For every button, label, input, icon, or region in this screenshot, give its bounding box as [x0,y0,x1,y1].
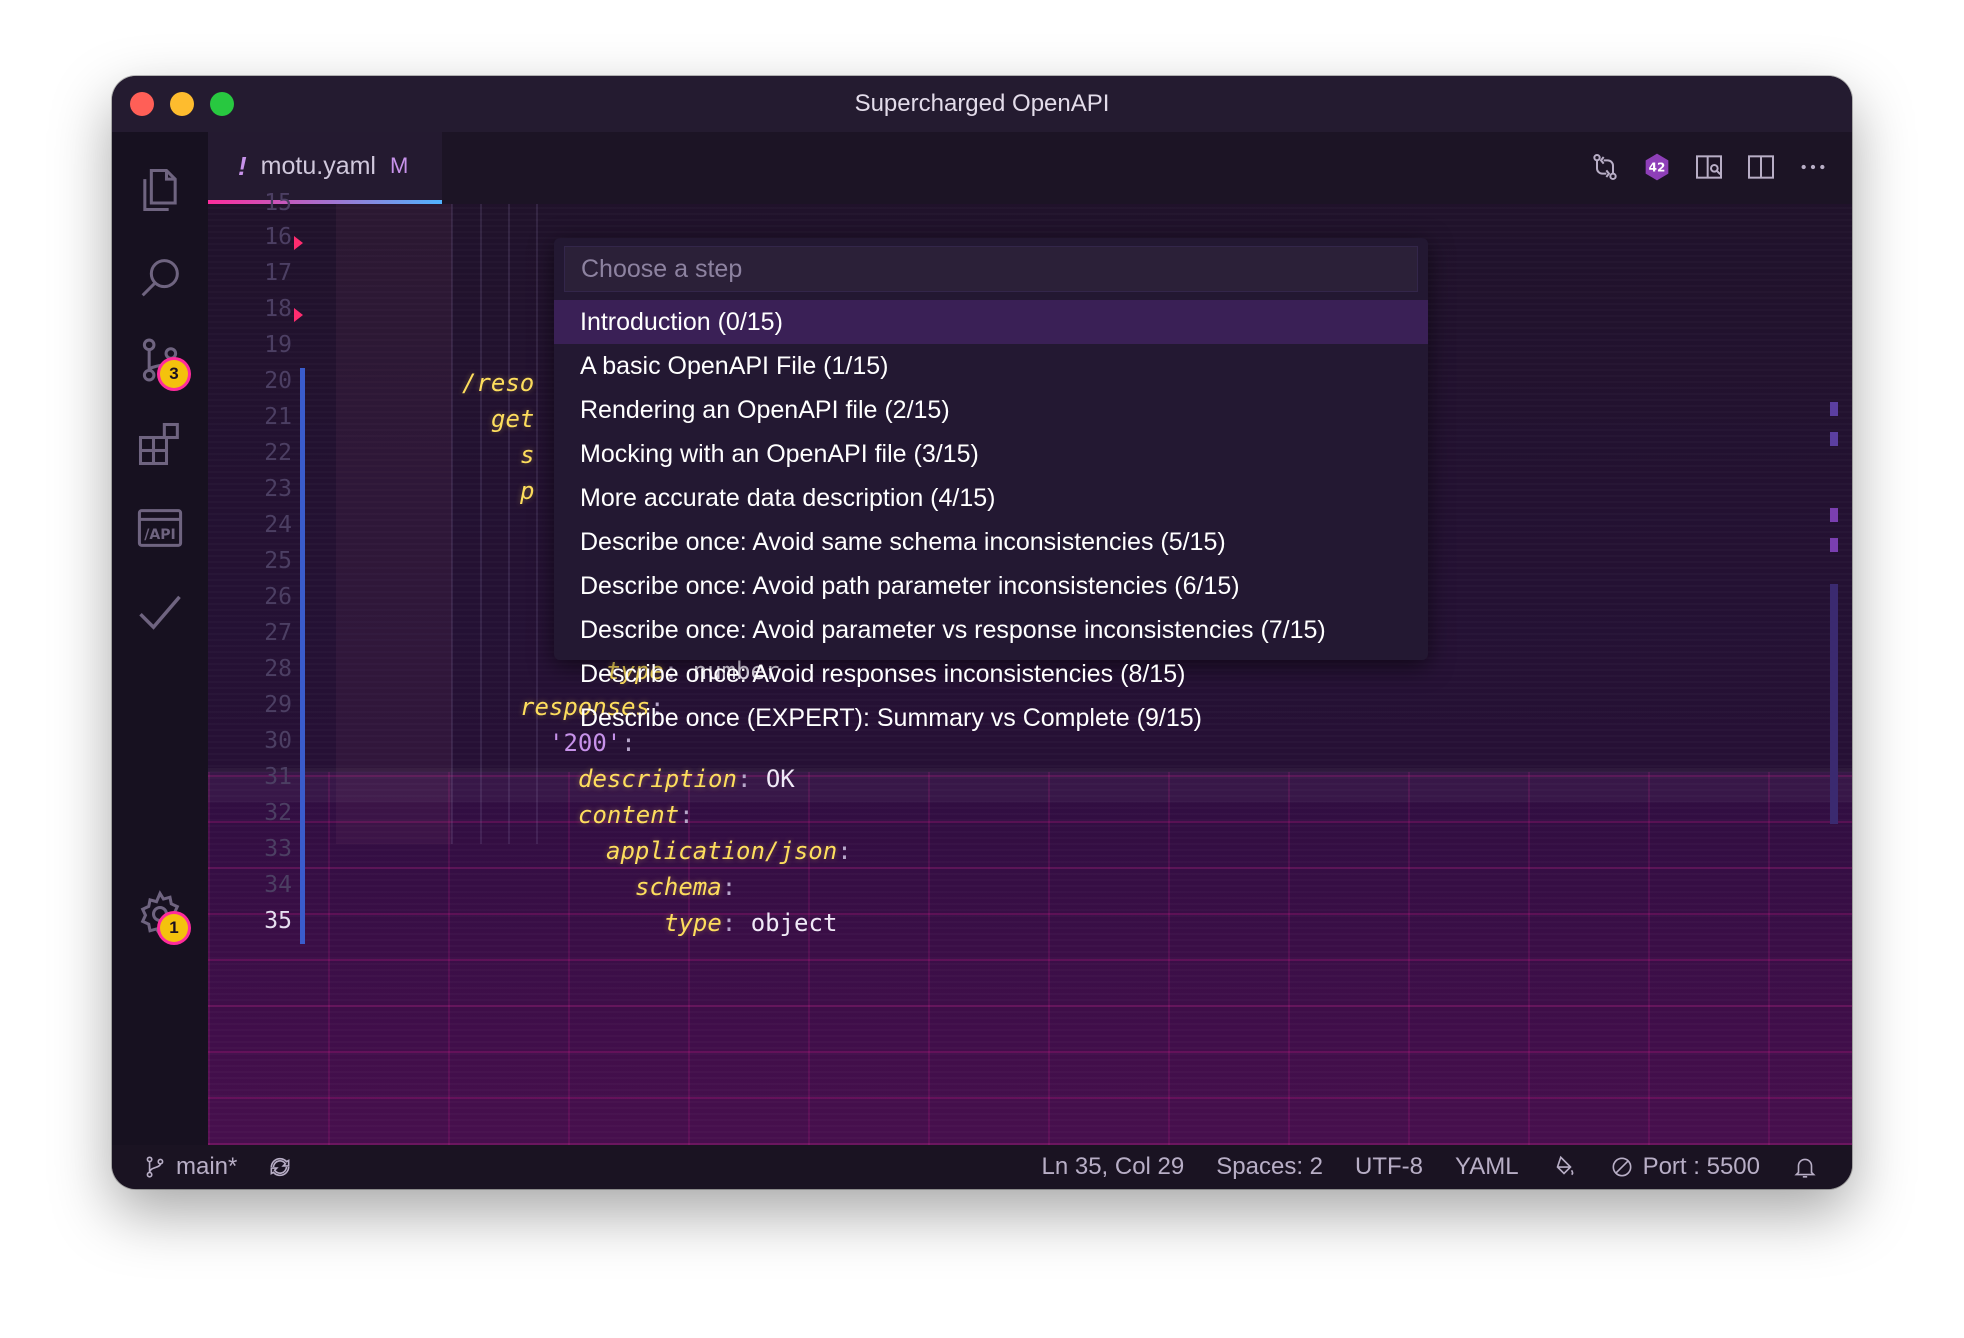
more-actions-icon[interactable] [1796,150,1830,184]
quick-pick-input[interactable]: Choose a step [564,246,1418,292]
status-bar: main* Ln 35, Col 29 Spaces: 2 UTF-8 YAML… [112,1145,1852,1189]
quick-pick-item[interactable]: Describe once: Avoid path parameter inco… [554,564,1428,608]
language-mode[interactable]: YAML [1455,1153,1519,1181]
indentation[interactable]: Spaces: 2 [1216,1153,1323,1181]
quick-pick-item[interactable]: Introduction (0/15) [554,300,1428,344]
code-line-23[interactable]: p [520,477,534,505]
paint-bucket-icon[interactable] [1551,1154,1577,1180]
fold-arrow-icon[interactable] [294,308,303,322]
line-number: 30 [264,728,292,754]
extensions-icon[interactable] [132,416,188,472]
port-label: Port : 5500 [1642,1153,1760,1180]
fold-arrow-icon[interactable] [294,236,303,250]
svg-text:42: 42 [1649,161,1666,175]
quick-pick-list: Introduction (0/15) A basic OpenAPI File… [554,300,1428,740]
branch-indicator[interactable]: main* [142,1153,237,1181]
live-server-port[interactable]: Port : 5500 [1609,1153,1760,1181]
compare-changes-icon[interactable] [1588,150,1622,184]
current-line-highlight [208,768,1852,802]
quick-pick-item[interactable]: Describe once: Avoid responses inconsist… [554,652,1428,696]
tab-git-status: M [389,153,409,178]
app-window: Supercharged OpenAPI 3 /API 1 ! motu.yam… [112,76,1852,1189]
code-line-33[interactable]: application/json: [606,837,852,865]
line-number: 25 [264,548,292,574]
code-line-35[interactable]: type: object [664,909,837,937]
title-bar: Supercharged OpenAPI [112,76,1852,132]
branch-name: main* [176,1153,238,1180]
api-icon[interactable]: /API [132,500,188,556]
quick-pick-item[interactable]: Rendering an OpenAPI file (2/15) [554,388,1428,432]
source-control-icon[interactable]: 3 [132,332,188,388]
code-line-32[interactable]: content: [578,801,694,829]
cursor-position[interactable]: Ln 35, Col 29 [1041,1153,1184,1181]
line-number: 24 [264,512,292,538]
tab-warning-marker: ! [238,150,247,181]
encoding[interactable]: UTF-8 [1355,1153,1423,1181]
line-number: 31 [264,764,292,790]
maximize-window-button[interactable] [210,92,234,116]
sync-button[interactable] [267,1154,293,1180]
line-number: 22 [264,440,292,466]
quick-pick-item[interactable]: Describe once: Avoid same schema inconsi… [554,520,1428,564]
git-branch-icon [142,1154,168,1180]
overview-ruler-mark [1830,508,1838,522]
line-number: 28 [264,656,292,682]
source-control-badge: 3 [160,360,188,388]
line-number-current: 35 [264,908,292,934]
settings-gear-icon[interactable]: 1 [132,886,188,942]
code-line-22[interactable]: s [520,441,534,469]
scrollbar-slider[interactable] [1830,584,1838,824]
circle-slash-icon [1609,1154,1635,1180]
overview-ruler-mark [1830,538,1838,552]
checkmark-icon[interactable] [132,584,188,640]
code-line-20[interactable]: /reso [462,369,534,397]
window-controls [130,92,234,116]
activity-bar: 3 /API 1 [112,132,208,1145]
api-icon-label: /API [144,527,176,543]
line-number: 21 [264,404,292,430]
settings-badge: 1 [160,914,188,942]
code-line-34[interactable]: schema: [635,873,736,901]
minimize-window-button[interactable] [170,92,194,116]
overview-ruler-mark [1830,432,1838,446]
bell-icon[interactable] [1792,1154,1818,1180]
line-number: 15 [264,190,292,216]
tab-label: motu.yaml [260,151,376,180]
line-number: 17 [264,260,292,286]
extension-icon[interactable]: 42 [1640,150,1674,184]
line-number: 33 [264,836,292,862]
split-editor-icon[interactable] [1744,150,1778,184]
line-number: 26 [264,584,292,610]
line-number: 27 [264,620,292,646]
overview-ruler-mark [1830,402,1838,416]
git-change-bar [300,368,305,944]
line-number-gutter: 15 16 17 18 19 20 21 22 23 24 25 26 27 2… [208,190,305,944]
line-number: 18 [264,296,292,322]
tab-bar: ! motu.yaml M 42 [208,132,1852,204]
code-line-21[interactable]: get [491,405,534,433]
quick-pick-item[interactable]: More accurate data description (4/15) [554,476,1428,520]
line-number: 16 [264,224,292,250]
quick-pick-item[interactable]: Describe once: Avoid parameter vs respon… [554,608,1428,652]
close-window-button[interactable] [130,92,154,116]
line-number: 20 [264,368,292,394]
files-icon[interactable] [132,162,188,218]
search-icon[interactable] [132,250,188,306]
open-preview-icon[interactable] [1692,150,1726,184]
editor-actions: 42 [1588,150,1830,184]
window-title: Supercharged OpenAPI [854,90,1110,117]
line-number: 32 [264,800,292,826]
line-number: 34 [264,872,292,898]
line-number: 23 [264,476,292,502]
line-number: 19 [264,332,292,358]
editor-area: ! motu.yaml M 42 15 16 17 18 19 20 21 22… [208,132,1852,1145]
code-line-31[interactable]: description: OK [578,765,795,793]
sync-icon [267,1154,293,1180]
quick-pick-item[interactable]: Mocking with an OpenAPI file (3/15) [554,432,1428,476]
quick-pick-dialog: Choose a step Introduction (0/15) A basi… [554,238,1428,732]
quick-pick-item[interactable]: A basic OpenAPI File (1/15) [554,344,1428,388]
quick-pick-item[interactable]: Describe once (EXPERT): Summary vs Compl… [554,696,1428,740]
line-number: 29 [264,692,292,718]
